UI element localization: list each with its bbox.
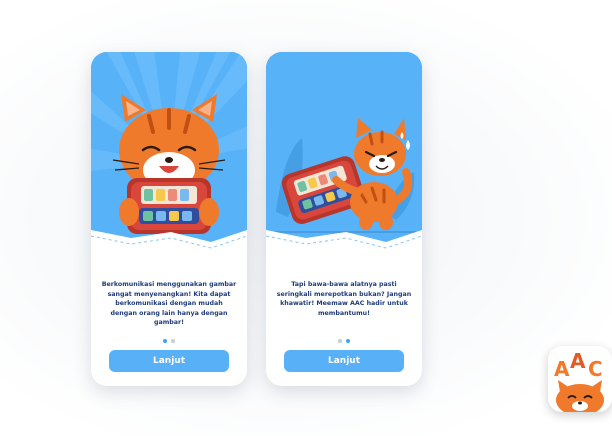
svg-text:C: C bbox=[588, 357, 603, 381]
presentation-canvas: Berkomunikasi menggunakan gambar sangat … bbox=[0, 0, 612, 436]
lanjut-button[interactable]: Lanjut bbox=[109, 350, 229, 372]
cat-carrying-board-illustration bbox=[266, 52, 422, 252]
hero-illustration-1 bbox=[91, 52, 247, 252]
page-dot-2-active[interactable] bbox=[346, 339, 350, 343]
onboarding-message: Berkomunikasi menggunakan gambar sangat … bbox=[101, 281, 237, 326]
svg-text:A: A bbox=[554, 357, 570, 381]
hero-illustration-2 bbox=[266, 52, 422, 252]
onboarding-screen-2: Tapi bawa-bawa alatnya pasti seringkali … bbox=[266, 52, 422, 386]
page-dot-1-active[interactable] bbox=[163, 339, 167, 343]
lanjut-button[interactable]: Lanjut bbox=[284, 350, 404, 372]
aac-logo-icon: A A C bbox=[548, 346, 612, 412]
cat-holding-board-illustration bbox=[91, 52, 247, 252]
onboarding-message: Tapi bawa-bawa alatnya pasti seringkali … bbox=[276, 281, 412, 317]
page-indicator bbox=[91, 339, 247, 343]
onboarding-screen-1: Berkomunikasi menggunakan gambar sangat … bbox=[91, 52, 247, 386]
page-dot-1[interactable] bbox=[338, 339, 342, 343]
svg-text:A: A bbox=[570, 349, 586, 373]
app-icon[interactable]: A A C bbox=[548, 346, 612, 412]
page-dot-2[interactable] bbox=[171, 339, 175, 343]
page-indicator bbox=[266, 339, 422, 343]
